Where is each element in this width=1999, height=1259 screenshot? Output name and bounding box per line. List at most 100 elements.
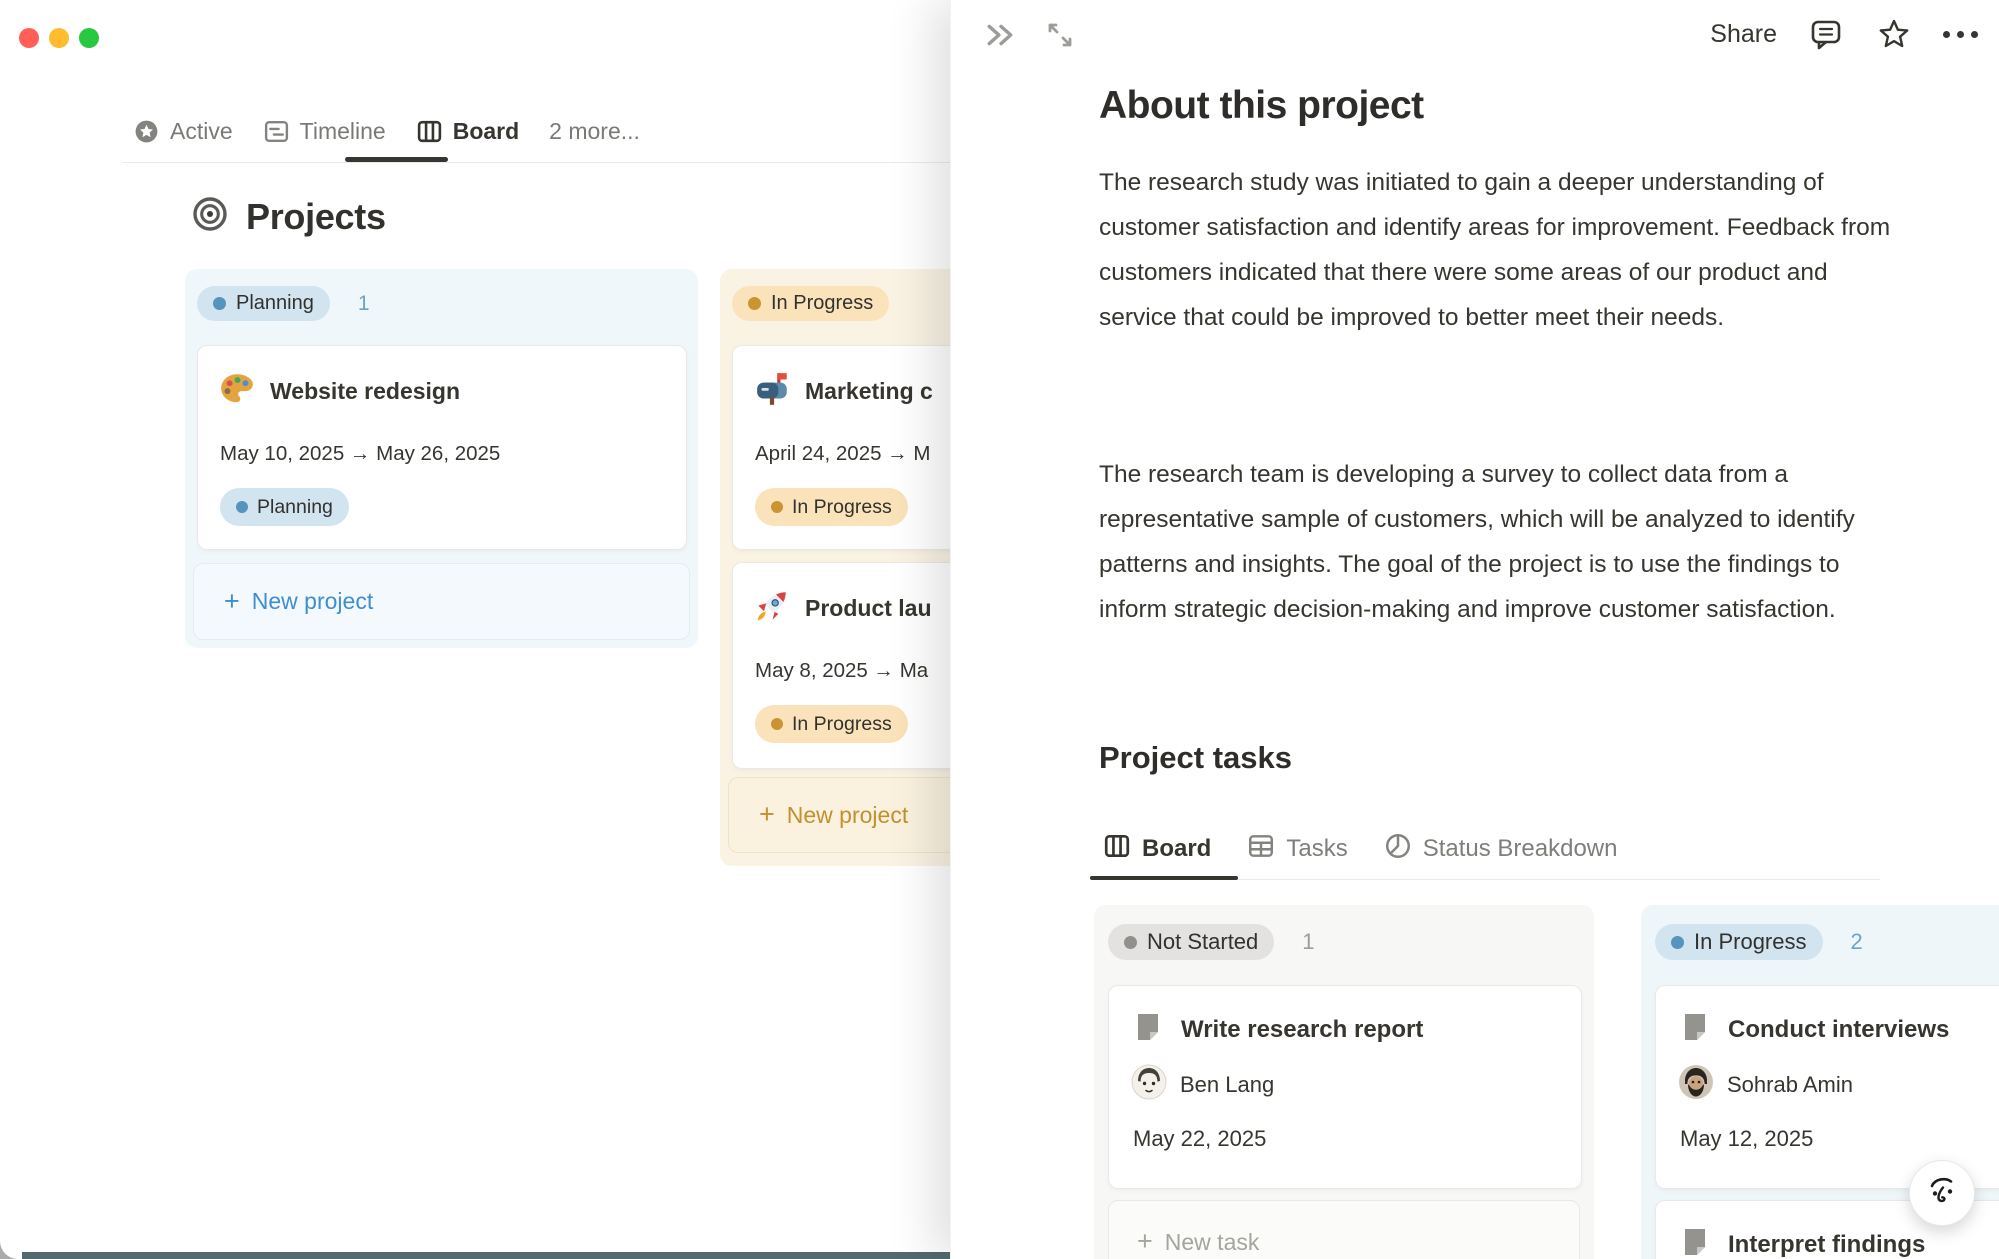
page-header: Projects: [190, 194, 386, 239]
ai-face-icon: [1922, 1173, 1962, 1213]
card-dates: April 24, 2025 → M: [755, 442, 930, 466]
task-card-conduct-interviews[interactable]: Conduct interviews Sohrab Amin May 12, 2…: [1655, 985, 1999, 1189]
status-pill-in-progress[interactable]: In Progress: [1655, 924, 1823, 960]
avatar-ben-lang: [1131, 1064, 1167, 1105]
pie-chart-icon: [1384, 832, 1412, 867]
minimize-window-button[interactable]: [49, 28, 69, 48]
status-pill-in-progress[interactable]: In Progress: [732, 286, 889, 321]
tab-label: Timeline: [300, 118, 386, 145]
card-title: Product lau: [805, 595, 932, 622]
tab-label: Active: [170, 118, 233, 145]
tasks-view-tabs: Board Tasks Status Breakdown: [1103, 828, 1617, 870]
peek-toolbar-right: Share: [1710, 12, 1978, 56]
status-pill-not-started[interactable]: Not Started: [1108, 924, 1274, 960]
tab-status-breakdown[interactable]: Status Breakdown: [1384, 832, 1618, 867]
card-title: Marketing c: [805, 378, 933, 405]
window-corner: [0, 1233, 22, 1259]
new-task-button[interactable]: New task: [1108, 1200, 1580, 1259]
rocket-icon: [753, 587, 791, 630]
tab-label: Board: [453, 118, 519, 145]
paragraph: The research study was initiated to gain…: [1099, 160, 1891, 340]
table-icon: [1247, 832, 1275, 867]
card-dates: May 10, 2025 → May 26, 2025: [220, 442, 500, 466]
plus-icon: [224, 588, 240, 616]
column-header: Planning 1: [197, 286, 370, 321]
new-project-label: New project: [252, 588, 373, 615]
tab-board-view[interactable]: Board: [416, 118, 519, 145]
status-dot: [771, 718, 783, 730]
close-window-button[interactable]: [19, 28, 39, 48]
tab-board[interactable]: Board: [1103, 832, 1211, 867]
board-icon: [1103, 832, 1131, 867]
paragraph: The research team is developing a survey…: [1099, 452, 1891, 632]
card-status-tag: Planning: [220, 488, 349, 526]
task-card-write-research-report[interactable]: Write research report Ben Lang May 22, 2…: [1108, 985, 1582, 1189]
tab-label: Tasks: [1286, 835, 1347, 863]
status-dot: [771, 501, 783, 513]
new-project-label: New project: [787, 802, 908, 829]
notion-window: Active Timeline Board 2 more... Projects: [0, 0, 1999, 1259]
card-date: May 22, 2025: [1133, 1126, 1266, 1152]
page-title: Projects: [246, 196, 386, 238]
document-title: About this project: [1099, 84, 1424, 128]
tab-tasks[interactable]: Tasks: [1247, 832, 1347, 867]
tag-label: In Progress: [792, 496, 892, 519]
status-dot: [748, 297, 761, 310]
avatar-sohrab-amin: [1678, 1064, 1714, 1105]
tab-active-view[interactable]: Active: [133, 118, 233, 145]
new-task-label: New task: [1165, 1229, 1260, 1256]
window-controls: [19, 28, 99, 48]
column-count: 1: [1302, 929, 1314, 955]
card-title: Website redesign: [270, 378, 460, 405]
card-title: Write research report: [1181, 1016, 1423, 1044]
status-pill-planning[interactable]: Planning: [197, 286, 330, 321]
section-heading: Project tasks: [1099, 740, 1292, 776]
side-peek-panel: Share About this project The research st…: [950, 0, 1999, 1259]
column-header: In Progress 2: [1655, 924, 1863, 960]
status-label: Not Started: [1147, 929, 1258, 955]
card-dates: May 8, 2025 → Ma: [755, 659, 928, 683]
board-column-planning: Planning 1 Website redesign May 10, 2025…: [185, 269, 698, 648]
comments-button[interactable]: [1807, 15, 1845, 53]
status-dot: [1671, 936, 1684, 949]
project-card-website-redesign[interactable]: Website redesign May 10, 2025 → May 26, …: [197, 345, 687, 550]
status-dot: [1124, 936, 1137, 949]
plus-icon: [759, 801, 775, 829]
peek-toolbar-left: [981, 16, 1079, 54]
status-label: In Progress: [1694, 929, 1807, 955]
zoom-window-button[interactable]: [79, 28, 99, 48]
expand-page-button[interactable]: [1041, 16, 1079, 54]
comment-icon: [1808, 16, 1844, 52]
page-icon: [1678, 1010, 1712, 1049]
tab-more-views[interactable]: 2 more...: [549, 118, 640, 145]
page-icon: [1678, 1225, 1712, 1259]
tab-label: Status Breakdown: [1423, 835, 1618, 863]
notion-ai-button[interactable]: [1909, 1160, 1975, 1226]
assignee-name: Sohrab Amin: [1727, 1072, 1853, 1098]
tab-timeline-view[interactable]: Timeline: [263, 118, 386, 145]
more-options-button[interactable]: [1943, 31, 1978, 38]
page-icon: [1131, 1010, 1165, 1049]
double-chevron-right-icon: [985, 22, 1015, 48]
star-circle-icon: [133, 118, 160, 145]
card-date: May 12, 2025: [1680, 1126, 1813, 1152]
task-column-not-started: Not Started 1 Write research report Ben …: [1094, 905, 1594, 1259]
status-label: Planning: [236, 292, 314, 315]
column-count: 2: [1851, 929, 1863, 955]
status-label: In Progress: [771, 292, 873, 315]
column-count: 1: [358, 292, 370, 316]
favorite-button[interactable]: [1875, 15, 1913, 53]
timeline-icon: [263, 118, 290, 145]
close-peek-button[interactable]: [981, 16, 1019, 54]
card-title: Conduct interviews: [1728, 1016, 1949, 1044]
card-status-tag: In Progress: [755, 705, 908, 743]
status-dot: [236, 501, 248, 513]
new-project-button[interactable]: New project: [193, 563, 690, 640]
target-icon: [190, 194, 230, 239]
status-dot: [213, 297, 226, 310]
share-button[interactable]: Share: [1710, 20, 1777, 49]
column-header: Not Started 1: [1108, 924, 1315, 960]
palette-icon: [218, 370, 256, 413]
card-status-tag: In Progress: [755, 488, 908, 526]
tab-label: 2 more...: [549, 118, 640, 145]
